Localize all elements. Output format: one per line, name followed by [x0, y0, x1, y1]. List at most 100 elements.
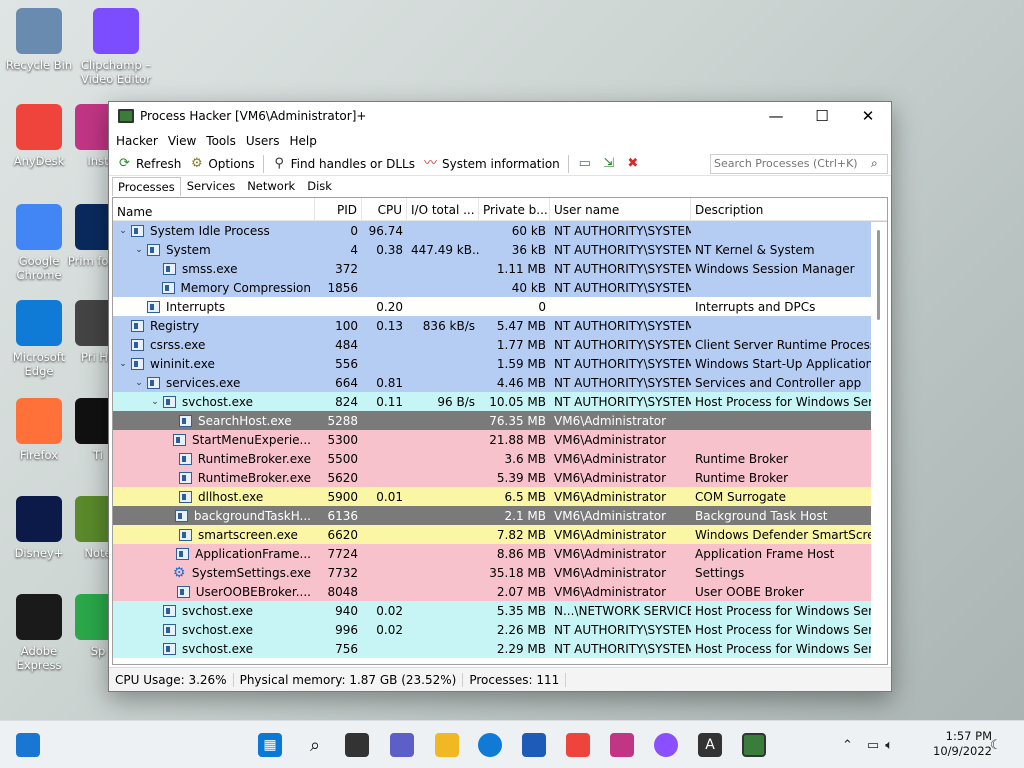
table-row[interactable]: StartMenuExperie... 5300 21.88 MB VM6\Admin…: [113, 430, 887, 449]
maximize-button[interactable]: ☐: [799, 102, 845, 130]
app-icon: [16, 496, 62, 542]
column-private-bytes[interactable]: Private b...: [479, 198, 550, 220]
vertical-scrollbar[interactable]: [871, 222, 887, 664]
table-row[interactable]: RuntimeBroker.exe 5500 3.6 MB VM6\Administr…: [113, 449, 887, 468]
menu-tools[interactable]: Tools: [201, 134, 241, 148]
table-row[interactable]: backgroundTaskH... 6136 2.1 MB VM6\Administ…: [113, 506, 887, 525]
column-cpu[interactable]: CPU: [362, 198, 407, 220]
column-user-name[interactable]: User name: [550, 198, 691, 220]
file-explorer-icon[interactable]: [435, 733, 459, 757]
edge-icon[interactable]: [478, 733, 502, 757]
tab-disk[interactable]: Disk: [301, 176, 338, 196]
user-name-cell: VM6\Administrator: [554, 584, 667, 599]
chevron-down-icon[interactable]: ⌄: [133, 378, 145, 388]
menu-hacker[interactable]: Hacker: [111, 134, 163, 148]
clock[interactable]: 1:57 PM 10/9/2022: [920, 729, 992, 759]
private-bytes-cell: 2.1 MB: [504, 508, 546, 523]
table-row[interactable]: ⌄ System Idle Process 0 96.74 60 kB NT AUTHOR…: [113, 221, 887, 240]
close-button[interactable]: ✕: [845, 102, 891, 130]
description-cell: Host Process for Windows Ser...: [695, 641, 871, 656]
chevron-down-icon[interactable]: ⌄: [117, 359, 129, 369]
window-arrow-icon[interactable]: ⇲: [600, 156, 618, 172]
column-name[interactable]: Name: [113, 198, 315, 220]
refresh-button[interactable]: ⟳ Refresh: [113, 156, 185, 171]
column-description[interactable]: Description: [691, 198, 871, 220]
chat-icon[interactable]: [390, 733, 414, 757]
system-information-button[interactable]: 〰 System information: [419, 156, 564, 171]
pid-cell: 8048: [327, 584, 358, 599]
table-row[interactable]: smartscreen.exe 6620 7.82 MB VM6\Administra…: [113, 525, 887, 544]
search-icon[interactable]: ⌕: [303, 733, 327, 757]
column-io-total[interactable]: I/O total ...: [407, 198, 479, 220]
table-row[interactable]: smss.exe 372 1.11 MB NT AUTHORITY\SYSTEM Win…: [113, 259, 887, 278]
notification-icon[interactable]: ☾: [990, 721, 1002, 768]
search-icon[interactable]: ⌕: [871, 156, 887, 171]
options-button[interactable]: ⚙ Options: [185, 155, 258, 171]
process-icon: [131, 319, 144, 332]
process-icon: [178, 452, 192, 465]
minimize-button[interactable]: —: [753, 102, 799, 130]
table-row[interactable]: svchost.exe 996 0.02 2.26 MB NT AUTHORITY\SY…: [113, 620, 887, 639]
window-icon[interactable]: ▭: [576, 156, 594, 172]
table-row[interactable]: RuntimeBroker.exe 5620 5.39 MB VM6\Administ…: [113, 468, 887, 487]
chevron-down-icon[interactable]: ⌄: [117, 226, 129, 236]
start-icon[interactable]: ▦: [258, 733, 282, 757]
store-icon[interactable]: [522, 733, 546, 757]
process-name: System Idle Process: [150, 223, 270, 238]
table-row[interactable]: SearchHost.exe 5288 76.35 MB VM6\Administra…: [113, 411, 887, 430]
task-view-icon[interactable]: [345, 733, 369, 757]
user-name-cell: VM6\Administrator: [554, 527, 667, 542]
process-name: Registry: [150, 318, 200, 333]
pid-cell: 5500: [327, 451, 358, 466]
scrollbar-thumb[interactable]: [877, 230, 880, 320]
table-row[interactable]: Memory Compression 1856 40 kB NT AUTHORITY\…: [113, 278, 887, 297]
title-bar[interactable]: Process Hacker [VM6\Administrator]+ — ☐ …: [109, 102, 891, 130]
table-row[interactable]: svchost.exe 756 2.29 MB NT AUTHORITY\SYSTEM…: [113, 639, 887, 658]
search-processes-box[interactable]: ⌕: [710, 153, 888, 174]
volume-icon[interactable]: 🔈︎: [885, 738, 893, 753]
gear-icon: ⚙: [191, 155, 203, 171]
table-row[interactable]: UserOOBEBroker.... 8048 2.07 MB VM6\Adminis…: [113, 582, 887, 601]
search-input[interactable]: [714, 157, 871, 170]
tab-network[interactable]: Network: [241, 176, 301, 196]
process-name: RuntimeBroker.exe: [197, 451, 311, 466]
table-row[interactable]: ⌄ services.exe 664 0.81 4.46 MB NT AUTHORITY\…: [113, 373, 887, 392]
table-row[interactable]: ⌄ wininit.exe 556 1.59 MB NT AUTHORITY\SYSTE…: [113, 354, 887, 373]
table-row[interactable]: ⌄ svchost.exe 824 0.11 96 B/s 10.05 MB NT AUTH…: [113, 392, 887, 411]
process-name: csrss.exe: [150, 337, 206, 352]
desktop-icon[interactable]: Clipchamp – Video Editor: [78, 8, 154, 86]
tab-services[interactable]: Services: [181, 176, 242, 196]
table-row[interactable]: csrss.exe 484 1.77 MB NT AUTHORITY\SYSTEM Cl…: [113, 335, 887, 354]
table-row[interactable]: svchost.exe 940 0.02 5.35 MB N...\NETWORK SE…: [113, 601, 887, 620]
desktop-icon[interactable]: Recycle Bin: [1, 8, 77, 72]
chevron-down-icon[interactable]: ⌄: [133, 245, 145, 255]
cpu-cell: 0.11: [376, 394, 403, 409]
process-icon: [172, 433, 186, 446]
cpu-cell: 0.81: [376, 375, 403, 390]
app-a-icon[interactable]: A: [698, 733, 722, 757]
table-row[interactable]: Interrupts 0.20 0 Interrupts and DPCs: [113, 297, 887, 316]
menu-view[interactable]: View: [163, 134, 201, 148]
table-row[interactable]: Registry 100 0.13 836 kB/s 5.47 MB NT AUTHORI…: [113, 316, 887, 335]
options-label: Options: [208, 156, 255, 171]
cpu-cell: 0.13: [376, 318, 403, 333]
anydesk-icon[interactable]: [566, 733, 590, 757]
find-handles-button[interactable]: ⚲ Find handles or DLLs: [268, 156, 419, 171]
widgets-icon[interactable]: [16, 733, 40, 757]
menu-users[interactable]: Users: [241, 134, 285, 148]
menu-help[interactable]: Help: [284, 134, 321, 148]
table-row[interactable]: ⌄ System 4 0.38 447.49 kB... 36 kB NT AUTHORIT…: [113, 240, 887, 259]
table-row[interactable]: ApplicationFrame... 7724 8.86 MB VM6\Admini…: [113, 544, 887, 563]
terminate-icon[interactable]: ✖: [624, 156, 642, 172]
column-pid[interactable]: PID: [315, 198, 362, 220]
table-row[interactable]: ⚙ SystemSettings.exe 7732 35.18 MB VM6\Admin…: [113, 563, 887, 582]
tab-processes[interactable]: Processes: [112, 177, 181, 196]
table-row[interactable]: dllhost.exe 5900 0.01 6.5 MB VM6\Administrat…: [113, 487, 887, 506]
process-icon: [179, 490, 192, 503]
network-icon[interactable]: ▭: [867, 738, 879, 753]
process-hacker-taskbar-icon[interactable]: [742, 733, 766, 757]
instagram-icon[interactable]: [610, 733, 634, 757]
messenger-icon[interactable]: [654, 733, 678, 757]
chevron-down-icon[interactable]: ⌄: [149, 397, 161, 407]
chevron-up-icon[interactable]: ⌃: [842, 738, 853, 753]
